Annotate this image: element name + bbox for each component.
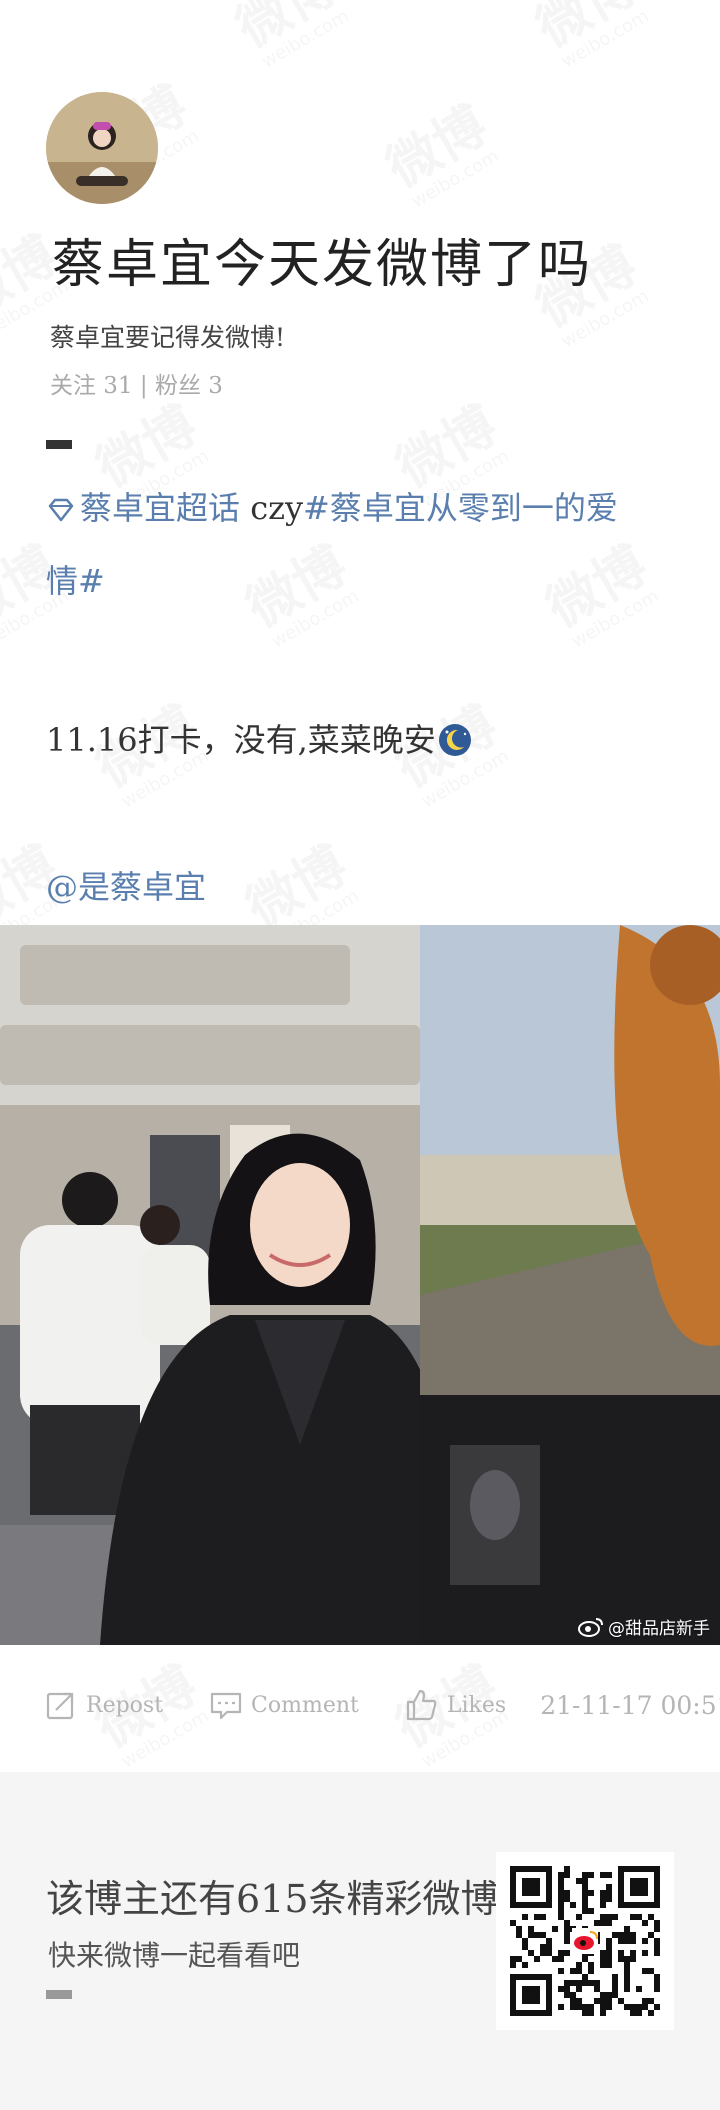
avatar[interactable] — [46, 92, 158, 204]
footer-title: 该博主还有615条精彩微博 — [46, 1877, 499, 1921]
page-title: 蔡卓宜今天发微博了吗 — [52, 235, 593, 295]
action-bar: Repost Comment Likes 21-11-17 00:51 — [44, 1688, 720, 1722]
comment-icon — [210, 1692, 242, 1720]
qr-code[interactable] — [496, 1852, 674, 2030]
post-timestamp: 21-11-17 00:51 — [540, 1690, 720, 1720]
divider — [46, 440, 72, 449]
comment-label: Comment — [251, 1692, 359, 1718]
hashtag-link[interactable]: #蔡卓宜从零到一的爱 — [303, 489, 618, 527]
footer-subtitle: 快来微博一起看看吧 — [48, 1939, 301, 1972]
hashtag-link-continued[interactable]: 情# — [46, 562, 105, 600]
diamond-icon — [48, 498, 74, 522]
post-photo-2[interactable] — [420, 925, 720, 1645]
watermark: 微博weibo.com — [537, 535, 665, 653]
watermark: 微博weibo.com — [227, 0, 355, 73]
super-topic-link[interactable]: 蔡卓宜超话 — [80, 489, 240, 527]
repost-button[interactable]: Repost — [44, 1688, 163, 1722]
comment-button[interactable]: Comment — [209, 1688, 359, 1722]
post-text: 11.16打卡，没有,菜菜晚安 — [46, 715, 472, 761]
like-button[interactable]: Likes — [405, 1688, 506, 1722]
footer-divider — [46, 1990, 72, 1999]
watermark: 微博weibo.com — [377, 95, 505, 213]
post-topic-line-2: 情# — [46, 556, 105, 602]
watermark: 微博weibo.com — [527, 0, 655, 73]
photo-credit: @甜品店新手 — [578, 1614, 710, 1639]
photo-credit-text: @甜品店新手 — [608, 1619, 710, 1639]
post-handle: czy — [240, 489, 304, 527]
weibo-logo-icon — [578, 1617, 603, 1637]
profile-description: 蔡卓宜要记得发微博! — [50, 323, 286, 352]
watermark: 微博weibo.com — [237, 535, 365, 653]
likes-label: Likes — [446, 1692, 507, 1718]
weibo-share-card: 微博weibo.com 微博weibo.com 微博weibo.com 微博we… — [0, 0, 720, 2110]
mention-link[interactable]: @是蔡卓宜 — [46, 862, 206, 908]
thumbs-up-icon — [406, 1689, 437, 1721]
repost-label: Repost — [86, 1692, 164, 1718]
footer-promo: 该博主还有615条精彩微博 快来微博一起看看吧 — [0, 1772, 720, 2110]
moon-emoji-icon — [438, 724, 471, 756]
profile-stats: 关注 31 | 粉丝 3 — [50, 373, 223, 399]
post-photo-1[interactable] — [0, 925, 420, 1645]
repost-icon — [46, 1692, 74, 1720]
post-topic-line: 蔡卓宜超话 czy#蔡卓宜从零到一的爱 — [46, 483, 618, 529]
post-body: 11.16打卡，没有,菜菜晚安 — [46, 721, 436, 759]
